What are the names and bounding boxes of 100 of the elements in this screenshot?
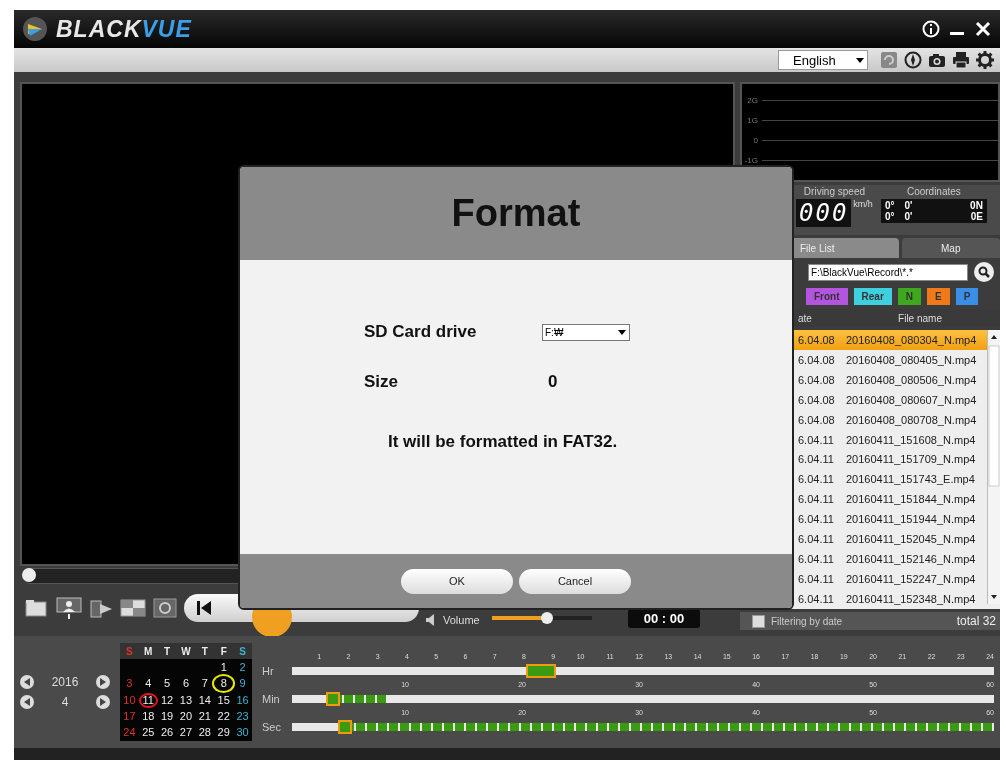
camera-icon[interactable] [928, 51, 946, 69]
dialog-title: Format [451, 192, 581, 235]
weekday-label: F [214, 643, 234, 660]
weekday-label: S [120, 643, 139, 660]
calendar-day[interactable]: 18 [138, 709, 158, 724]
scrollbar[interactable] [987, 330, 1000, 604]
filter-button[interactable]: E [927, 287, 950, 305]
compass-icon[interactable] [904, 51, 922, 69]
caret-icon [618, 329, 626, 335]
next-button[interactable] [96, 695, 110, 709]
calendar-day[interactable]: 25 [138, 725, 158, 741]
volume-label: Volume [443, 614, 480, 626]
app-logo-text: BLACKVUE [56, 15, 192, 43]
axis-label: 0 [752, 135, 758, 145]
timeline-label: Min [262, 693, 281, 705]
axis-label: 1G [746, 115, 758, 125]
calendar-day[interactable]: 30 [233, 725, 252, 741]
calendar-day[interactable]: 1 [214, 660, 234, 675]
right-arrow-icon [100, 698, 106, 706]
total-count: total 32 [956, 614, 996, 628]
drive-dropdown[interactable]: F:₩ [542, 323, 630, 341]
calendar-day[interactable]: 19 [157, 709, 177, 724]
left-arrow-icon [24, 698, 30, 706]
previous-button[interactable] [20, 695, 34, 709]
tab[interactable]: Map [901, 238, 1000, 258]
weekday-label: T [195, 643, 215, 660]
previous-button[interactable] [20, 675, 34, 689]
calendar-day[interactable]: 28 [195, 725, 215, 741]
calendar-day[interactable]: 20 [176, 709, 196, 724]
timeline-track[interactable] [292, 667, 994, 675]
person-upload-icon[interactable] [56, 596, 82, 620]
calendar-day[interactable]: 12 [157, 692, 177, 708]
language-dropdown[interactable]: English [778, 50, 868, 70]
calendar-day[interactable]: 4 [138, 676, 158, 692]
rotate-icon[interactable] [152, 596, 178, 620]
calendar-day[interactable]: 7 [195, 676, 215, 692]
filter-button[interactable]: Rear [853, 287, 892, 305]
column-header: File name [897, 312, 943, 324]
right-arrow-icon [100, 678, 106, 686]
coordinates-label: Coordinates [906, 185, 961, 199]
calendar-day[interactable]: 10 [120, 692, 139, 708]
calendar-day[interactable]: 5 [157, 676, 177, 692]
close-icon[interactable] [974, 20, 992, 38]
weekday-label: T [157, 643, 177, 660]
calendar-day[interactable]: 21 [195, 709, 215, 724]
calendar-day[interactable]: 3 [120, 676, 139, 692]
seek-thumb[interactable] [22, 568, 36, 582]
coordinate-degrees: 0° [884, 211, 895, 222]
filter-button[interactable]: N [897, 287, 922, 305]
calendar-day[interactable]: 22 [214, 709, 234, 724]
search-icon [978, 266, 990, 278]
timeline-marker[interactable] [325, 692, 340, 706]
calendar-day[interactable]: 2 [233, 660, 252, 675]
split-screen-icon[interactable] [120, 596, 146, 620]
calendar-day[interactable]: 24 [120, 725, 139, 741]
skip-back-icon[interactable] [196, 599, 212, 617]
dialog-message: It will be formatted in FAT32. [388, 432, 619, 452]
calendar-day[interactable]: 11 [138, 692, 158, 708]
timeline-marker[interactable] [337, 720, 352, 734]
calendar-day[interactable]: 13 [176, 692, 196, 708]
calendar-day[interactable]: 16 [233, 692, 252, 708]
timeline-marker[interactable] [525, 664, 556, 678]
logo-icon [22, 16, 48, 42]
info-icon[interactable] [922, 20, 940, 38]
checkbox[interactable] [752, 614, 765, 628]
calendar-day[interactable]: 6 [176, 676, 196, 692]
refresh-icon[interactable] [880, 51, 898, 69]
calendar-day[interactable]: 14 [195, 692, 215, 708]
caret-icon [856, 57, 864, 63]
volume-thumb[interactable] [540, 612, 553, 624]
calendar-day[interactable]: 29 [214, 725, 234, 741]
weekday-label: W [176, 643, 196, 660]
filter-button[interactable]: P [955, 287, 979, 305]
coordinate-minutes: 0' [904, 211, 913, 222]
calendar-day[interactable]: 9 [233, 676, 252, 692]
field-label: Size [364, 372, 400, 392]
dialog-button[interactable]: Cancel [519, 568, 631, 594]
speed-label: Driving speed [803, 185, 865, 199]
timeline-label: Hr [262, 665, 275, 677]
column-header: ate [797, 312, 813, 324]
left-arrow-icon [24, 678, 30, 686]
settings-icon[interactable] [976, 51, 994, 69]
search-button[interactable] [974, 262, 994, 282]
year-label: 2016 [51, 675, 79, 689]
calendar-day[interactable]: 26 [157, 725, 177, 741]
coordinate-minutes: 0' [904, 200, 913, 211]
weekday-label: S [233, 643, 252, 660]
calendar-day[interactable]: 17 [120, 709, 139, 724]
calendar-day[interactable]: 23 [233, 709, 252, 724]
axis-label: 2G [746, 95, 758, 105]
timeline-track[interactable] [292, 695, 994, 703]
dialog-button[interactable]: OK [401, 568, 513, 594]
next-button[interactable] [96, 675, 110, 689]
calendar-day[interactable]: 15 [214, 692, 234, 708]
calendar-day[interactable]: 8 [214, 676, 234, 692]
coordinate-direction: 0E [970, 211, 983, 222]
printer-icon[interactable] [952, 51, 970, 69]
calendar-day[interactable]: 27 [176, 725, 196, 741]
path-field[interactable]: F:\BlackVue\Record\*.* [808, 263, 968, 281]
field-label: SD Card drive [364, 322, 478, 342]
